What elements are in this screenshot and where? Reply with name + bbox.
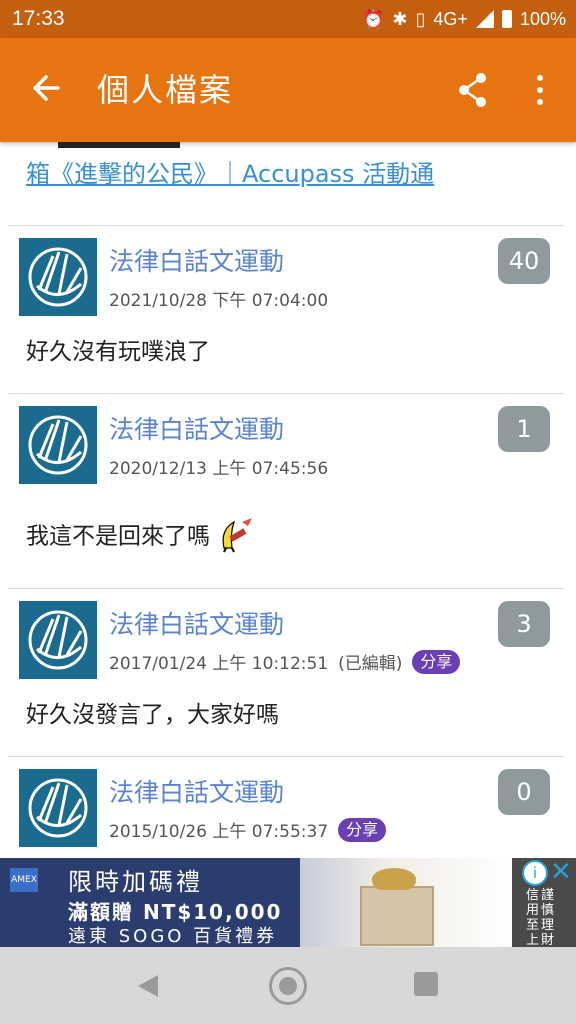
system-nav-bar: [0, 947, 576, 1024]
plurk-post[interactable]: 法律白話文運動 2015/10/26 上午 07:55:37 分享 0: [8, 756, 564, 858]
banana-guitar-emoticon: [214, 514, 254, 560]
ad-disclaimer: 信謹用慎至理上財: [526, 888, 557, 947]
bluetooth-icon: ✱: [392, 8, 408, 29]
nav-home-icon[interactable]: [269, 967, 307, 1005]
nav-recents-icon[interactable]: [414, 972, 438, 996]
app-bar: 個人檔案: [0, 38, 576, 142]
plurk-post[interactable]: 法律白話文運動 2021/10/28 下午 07:04:00 40 好久沒有玩噗…: [8, 225, 564, 394]
page-title: 個人檔案: [97, 71, 234, 109]
alarm-icon: ⏰: [362, 8, 385, 29]
post-meta: 2017/01/24 上午 10:12:51 (已編輯) 分享: [109, 649, 461, 674]
arrow-left-icon[interactable]: [28, 68, 64, 108]
vibrate-icon: ▯: [415, 8, 426, 29]
post-author[interactable]: 法律白話文運動: [109, 605, 284, 641]
amex-logo: AMEX: [10, 868, 38, 892]
ad-banner[interactable]: AMEX 限時加碼禮 滿額贈 NT$10,000 遠東 SOGO 百貨禮券 i …: [0, 858, 576, 947]
network-label: 4G+: [433, 8, 468, 29]
plurk-post[interactable]: 法律白話文運動 2017/01/24 上午 10:12:51 (已編輯) 分享 …: [8, 588, 564, 757]
status-time: 17:33: [12, 7, 65, 30]
post-meta: 2020/12/13 上午 07:45:56: [109, 454, 328, 479]
status-bar: 17:33 ⏰ ✱ ▯ 4G+ 100%: [0, 0, 576, 38]
ad-voucher: 遠東 SOGO 百貨禮券: [68, 926, 278, 947]
battery-icon: [501, 10, 512, 28]
signal-icon: [475, 10, 494, 28]
share-icon[interactable]: [455, 70, 491, 110]
response-count-badge[interactable]: 0: [498, 769, 550, 815]
avatar[interactable]: [19, 601, 97, 679]
ad-side-panel: i ✕ 信謹用慎至理上財: [512, 858, 576, 947]
share-tag[interactable]: 分享: [338, 817, 387, 842]
post-text: 好久沒有玩噗浪了: [26, 339, 210, 365]
battery-level: 100%: [519, 8, 566, 29]
post-text: 我這不是回來了嗎: [26, 523, 210, 550]
response-count-badge[interactable]: 1: [498, 406, 550, 452]
avatar[interactable]: [19, 238, 97, 316]
plurk-post[interactable]: 法律白話文運動 2020/12/13 上午 07:45:56 1 我這不是回來了…: [8, 393, 564, 589]
ad-headline: 限時加碼禮: [68, 868, 203, 896]
nav-back-icon[interactable]: [134, 971, 164, 1001]
profile-feed[interactable]: 箱《進擊的公民》｜Accupass 活動通 法律白話文運動 2021/10/28…: [0, 142, 576, 858]
cropped-image: [58, 142, 180, 148]
info-icon[interactable]: i: [522, 860, 548, 886]
post-author[interactable]: 法律白話文運動: [109, 773, 284, 809]
edited-label: (已編輯): [338, 654, 403, 674]
post-text: 好久沒發言了，大家好嗎: [26, 702, 279, 728]
status-icons: ⏰ ✱ ▯ 4G+ 100%: [362, 9, 566, 30]
avatar[interactable]: [19, 769, 97, 847]
post-meta: 2021/10/28 下午 07:04:00: [109, 286, 328, 311]
avatar[interactable]: [19, 406, 97, 484]
post-timestamp: 2017/01/24 上午 10:12:51: [109, 654, 329, 674]
post-timestamp: 2021/10/28 下午 07:04:00: [109, 291, 329, 311]
close-icon[interactable]: ✕: [550, 858, 572, 886]
previous-post-link[interactable]: 箱《進擊的公民》｜Accupass 活動通: [26, 156, 434, 192]
post-body: 我這不是回來了嗎: [26, 514, 254, 560]
post-meta: 2015/10/26 上午 07:55:37 分享: [109, 817, 387, 842]
response-count-badge[interactable]: 3: [498, 601, 550, 647]
post-timestamp: 2015/10/26 上午 07:55:37: [109, 822, 329, 842]
post-timestamp: 2020/12/13 上午 07:45:56: [109, 459, 329, 479]
post-author[interactable]: 法律白話文運動: [109, 242, 284, 278]
more-vertical-icon[interactable]: [528, 70, 552, 110]
response-count-badge[interactable]: 40: [498, 238, 550, 284]
post-author[interactable]: 法律白話文運動: [109, 410, 284, 446]
share-tag[interactable]: 分享: [412, 649, 461, 674]
ad-offer: 滿額贈 NT$10,000: [68, 900, 283, 924]
gift-bow-image: [372, 868, 416, 890]
gift-box-image: [360, 886, 434, 946]
